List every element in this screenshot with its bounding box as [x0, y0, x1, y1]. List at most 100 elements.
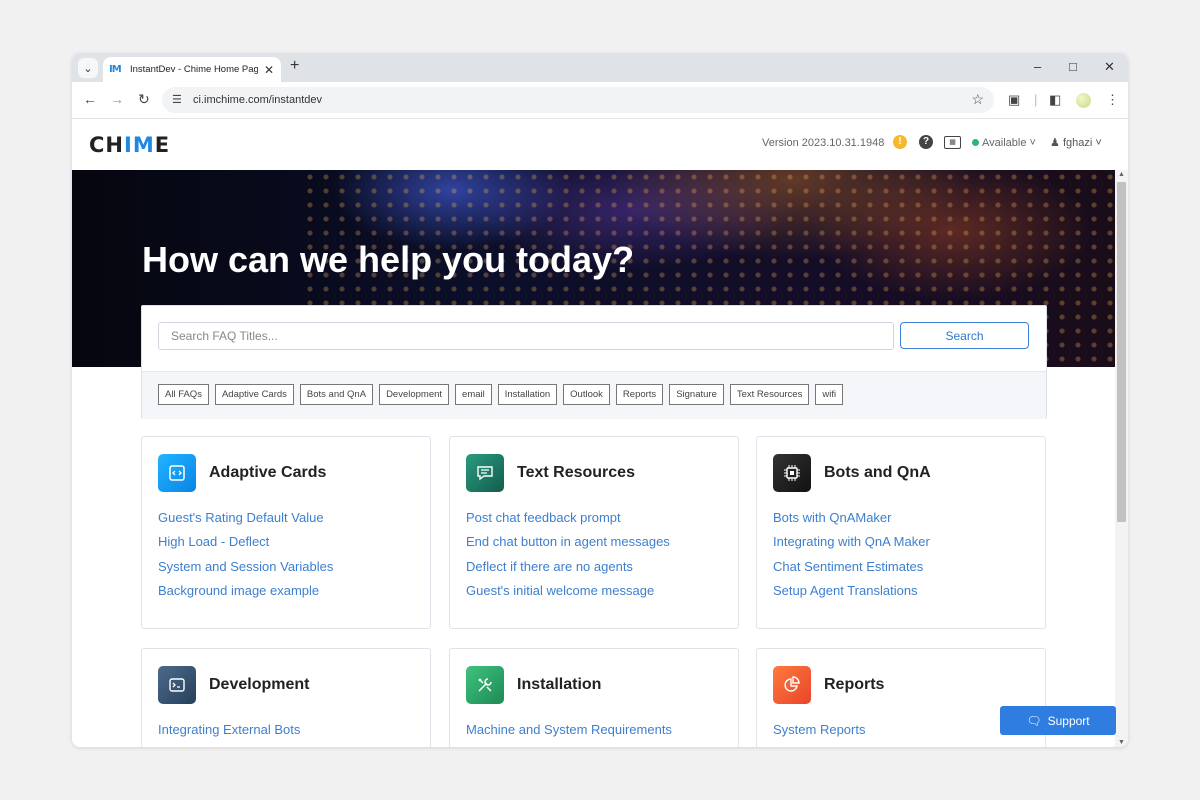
close-window-icon[interactable]: ✕: [1104, 59, 1115, 75]
faq-search-input[interactable]: [158, 322, 894, 350]
tab-strip: ⌄ IM InstantDev - Chime Home Page ✕ + – …: [72, 53, 1128, 82]
close-tab-icon[interactable]: ✕: [264, 63, 274, 77]
faq-link[interactable]: High Load - Deflect: [158, 534, 333, 558]
browser-toolbar: ← → ↻ ☰ ci.imchime.com/instantdev ☆ ▣ | …: [72, 82, 1128, 119]
faq-link[interactable]: System Reports: [773, 722, 865, 746]
help-icon[interactable]: ?: [919, 135, 933, 149]
tag-text-resources[interactable]: Text Resources: [729, 384, 810, 405]
search-row: Search: [142, 306, 1046, 370]
search-panel: Search All FAQs Adaptive Cards Bots and …: [141, 305, 1047, 419]
tag-development[interactable]: Development: [379, 384, 450, 405]
tab-search-icon[interactable]: ⌄: [78, 58, 98, 78]
faq-link[interactable]: End chat button in agent messages: [466, 534, 670, 558]
extensions-icon[interactable]: ▣: [1008, 92, 1020, 108]
minimize-icon[interactable]: –: [1034, 59, 1041, 74]
side-panel-icon[interactable]: ◧: [1049, 92, 1061, 108]
faq-link-list: System Reports: [773, 722, 865, 746]
category-title: Installation: [517, 676, 602, 693]
tag-all-faqs[interactable]: All FAQs: [158, 384, 209, 405]
chat-bubble-icon: [466, 454, 504, 492]
back-icon[interactable]: ←: [83, 91, 97, 107]
code-icon: [158, 454, 196, 492]
logo-text: CH: [89, 133, 124, 157]
warning-icon[interactable]: !: [893, 135, 907, 149]
profile-avatar-icon[interactable]: [1076, 93, 1091, 108]
faq-link-list: Post chat feedback prompt End chat butto…: [466, 510, 670, 607]
search-button[interactable]: Search: [900, 322, 1029, 349]
faq-link[interactable]: System and Session Variables: [158, 559, 333, 583]
tag-signature[interactable]: Signature: [669, 384, 724, 405]
favicon-icon: IM: [109, 63, 122, 75]
category-card-bots-and-qna: Bots and QnA Bots with QnAMaker Integrat…: [756, 436, 1046, 629]
support-button[interactable]: 🗨 Support: [1000, 706, 1116, 735]
category-title: Development: [209, 676, 310, 693]
tools-icon: [466, 666, 504, 704]
terminal-icon: [158, 666, 196, 704]
menu-kebab-icon[interactable]: ⋮: [1106, 92, 1119, 108]
app-header: CHIME Version 2023.10.31.1948 ! ? ▦ Avai…: [72, 119, 1115, 170]
tag-wifi[interactable]: wifi: [815, 384, 844, 405]
category-title: Reports: [824, 676, 885, 693]
category-card-adaptive-cards: Adaptive Cards Guest's Rating Default Va…: [141, 436, 431, 629]
version-label: Version 2023.10.31.1948: [762, 137, 885, 149]
category-title: Text Resources: [517, 464, 635, 481]
chime-logo[interactable]: CHIME: [89, 133, 170, 157]
tag-adaptive-cards[interactable]: Adaptive Cards: [214, 384, 294, 405]
faq-link[interactable]: Setup Agent Translations: [773, 583, 930, 607]
username-label: fghazi: [1062, 137, 1093, 149]
faq-link[interactable]: Integrating with QnA Maker: [773, 534, 930, 558]
faq-link-list: Integrating External Bots: [158, 722, 300, 746]
tag-outlook[interactable]: Outlook: [563, 384, 610, 405]
new-tab-icon[interactable]: +: [290, 57, 299, 75]
scroll-down-icon[interactable]: ▼: [1118, 739, 1125, 746]
category-card-development: Development Integrating External Bots: [141, 648, 431, 747]
hero-title: How can we help you today?: [142, 239, 635, 280]
category-title: Bots and QnA: [824, 464, 931, 481]
url-text[interactable]: ci.imchime.com/instantdev: [193, 94, 322, 106]
faq-link-list: Bots with QnAMaker Integrating with QnA …: [773, 510, 930, 607]
faq-link[interactable]: Bots with QnAMaker: [773, 510, 930, 534]
scroll-up-icon[interactable]: ▲: [1118, 171, 1125, 178]
scrollbar-thumb[interactable]: [1117, 182, 1126, 522]
faq-link[interactable]: Machine and System Requirements: [466, 722, 672, 746]
faq-link[interactable]: Deflect if there are no agents: [466, 559, 670, 583]
faq-link[interactable]: Chat Sentiment Estimates: [773, 559, 930, 583]
tag-filter-bar: All FAQs Adaptive Cards Bots and QnA Dev…: [142, 371, 1046, 419]
faq-link[interactable]: Guest's Rating Default Value: [158, 510, 333, 534]
tag-bots-and-qna[interactable]: Bots and QnA: [299, 384, 374, 405]
forward-icon[interactable]: →: [110, 91, 124, 107]
page-scrollbar[interactable]: ▲ ▼: [1115, 170, 1128, 747]
browser-tab[interactable]: IM InstantDev - Chime Home Page ✕: [103, 57, 281, 82]
tab-title: InstantDev - Chime Home Page: [130, 64, 258, 75]
chat-icon: 🗨: [1026, 713, 1042, 728]
bookmark-star-icon[interactable]: ☆: [971, 91, 984, 108]
browser-window: ⌄ IM InstantDev - Chime Home Page ✕ + – …: [72, 53, 1128, 747]
category-card-installation: Installation Machine and System Requirem…: [449, 648, 739, 747]
faq-link-list: Guest's Rating Default Value High Load -…: [158, 510, 333, 607]
faq-link[interactable]: Guest's initial welcome message: [466, 583, 670, 607]
support-label: Support: [1047, 713, 1090, 728]
faq-link[interactable]: Background image example: [158, 583, 333, 607]
maximize-icon[interactable]: □: [1069, 59, 1077, 74]
category-card-text-resources: Text Resources Post chat feedback prompt…: [449, 436, 739, 629]
status-dropdown[interactable]: Available ˅: [972, 137, 1036, 149]
faq-link[interactable]: Post chat feedback prompt: [466, 510, 670, 534]
category-title: Adaptive Cards: [209, 464, 327, 481]
address-bar[interactable]: ☰ ci.imchime.com/instantdev ☆: [162, 87, 994, 113]
tag-email[interactable]: email: [455, 384, 492, 405]
tag-installation[interactable]: Installation: [497, 384, 558, 405]
id-card-icon[interactable]: ▦: [944, 136, 961, 149]
pie-chart-icon: [773, 666, 811, 704]
tag-reports[interactable]: Reports: [615, 384, 664, 405]
toolbar-divider: |: [1034, 92, 1038, 107]
user-icon: ♟: [1050, 137, 1060, 149]
faq-link[interactable]: Integrating External Bots: [158, 722, 300, 746]
logo-text-end: E: [154, 133, 171, 157]
logo-accent-text: IM: [124, 133, 155, 157]
site-info-icon[interactable]: ☰: [172, 93, 182, 106]
reload-icon[interactable]: ↻: [138, 91, 150, 108]
status-dot-icon: [972, 139, 979, 146]
chip-icon: [773, 454, 811, 492]
user-menu[interactable]: ♟ fghazi ˅: [1050, 136, 1102, 149]
faq-link-list: Machine and System Requirements: [466, 722, 672, 746]
